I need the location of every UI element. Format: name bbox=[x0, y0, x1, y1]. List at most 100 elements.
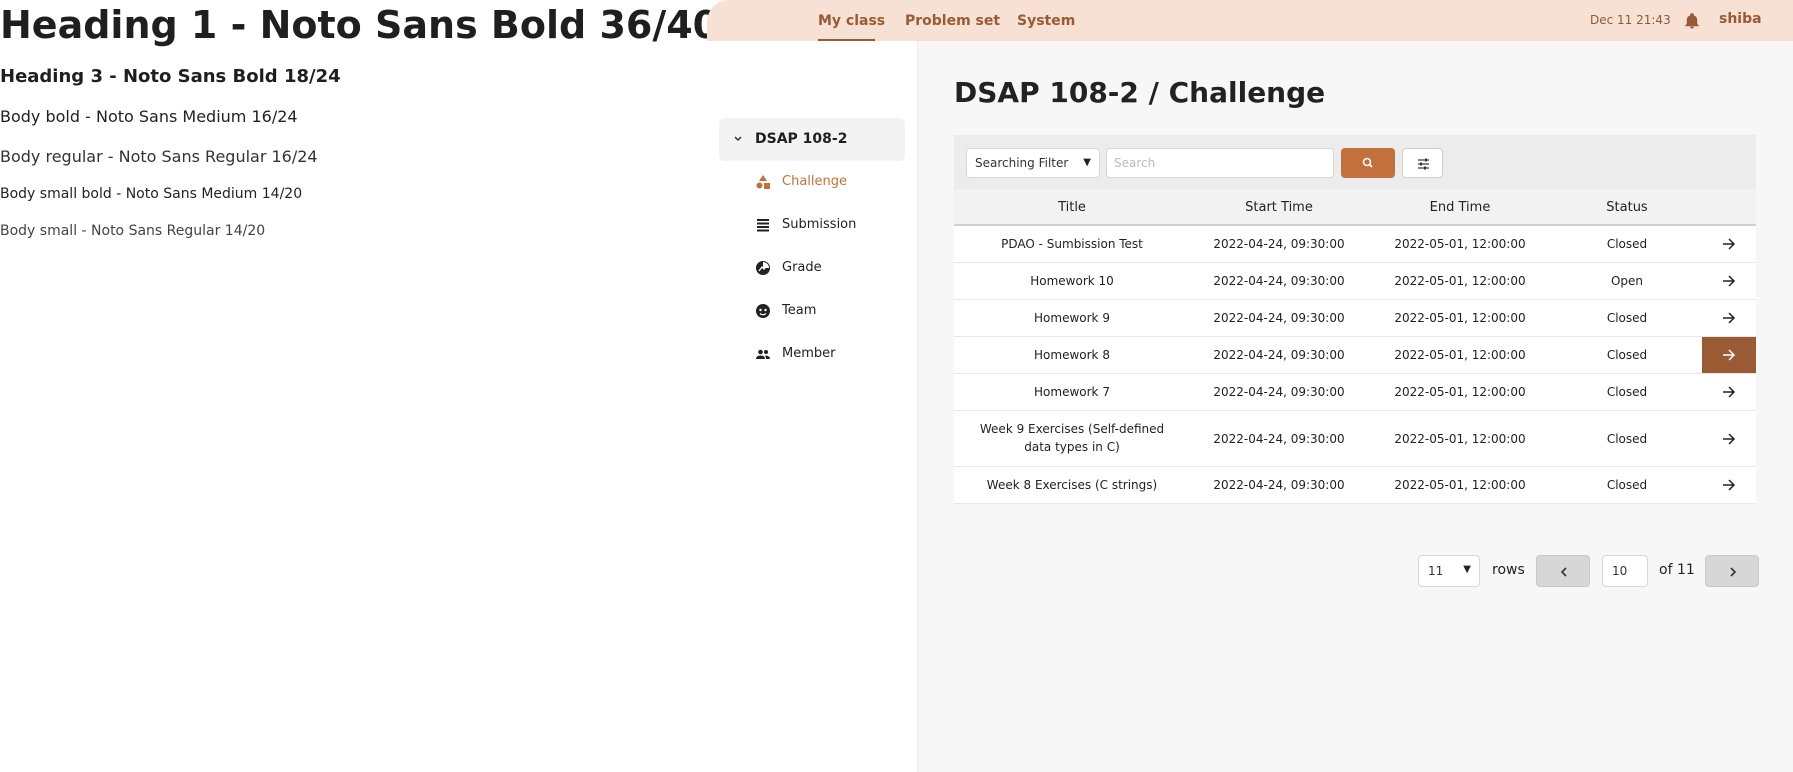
table-row[interactable]: Week 8 Exercises (C strings) 2022-04-24,… bbox=[954, 467, 1702, 504]
table-row[interactable]: Homework 10 2022-04-24, 09:30:00 2022-05… bbox=[954, 263, 1702, 300]
specimen-body-small-bold: Body small bold - Noto Sans Medium 14/20 bbox=[0, 186, 303, 202]
specimen-body-bold: Body bold - Noto Sans Medium 16/24 bbox=[0, 107, 298, 126]
row-title: Homework 7 bbox=[1034, 385, 1110, 399]
arrow-right-icon bbox=[1723, 238, 1736, 250]
sidebar-course-dsap[interactable]: DSAP 108-2 bbox=[719, 118, 905, 161]
table-row[interactable]: Homework 7 2022-04-24, 09:30:00 2022-05-… bbox=[954, 374, 1702, 411]
table-row[interactable]: Week 9 Exercises (Self-defined data type… bbox=[954, 411, 1702, 467]
arrow-right-icon bbox=[1723, 312, 1736, 324]
tab-my-class[interactable]: My class bbox=[818, 12, 885, 30]
table-row[interactable]: PDAO - Sumbission Test 2022-04-24, 09:30… bbox=[954, 226, 1702, 263]
search-icon bbox=[1362, 157, 1373, 168]
main-content: DSAP 108-2 / Challenge Searching Filter … bbox=[918, 41, 1793, 772]
tab-problem-set[interactable]: Problem set bbox=[905, 12, 1000, 30]
row-end-time: 2022-05-01, 12:00:00 bbox=[1394, 274, 1526, 288]
open-row-button[interactable] bbox=[1702, 300, 1756, 337]
row-status: Closed bbox=[1606, 478, 1648, 492]
caret-down-icon: ▼ bbox=[1083, 157, 1091, 168]
bell-icon[interactable] bbox=[1683, 12, 1701, 30]
shapes-icon bbox=[755, 174, 771, 190]
row-title: Homework 8 bbox=[1034, 348, 1110, 362]
sidebar-item-label: Submission bbox=[782, 217, 857, 232]
search-toolbar: Searching Filter ▼ bbox=[954, 135, 1756, 189]
row-status: Closed bbox=[1606, 385, 1648, 399]
chevron-down-icon bbox=[733, 131, 745, 147]
prev-page-button[interactable] bbox=[1536, 555, 1590, 587]
filter-settings-button[interactable] bbox=[1402, 148, 1443, 178]
sidebar-item-member[interactable]: Member bbox=[755, 343, 915, 365]
row-start-time: 2022-04-24, 09:30:00 bbox=[1213, 432, 1345, 446]
rows-per-page-select[interactable]: 11 ▼ bbox=[1418, 555, 1480, 587]
sidebar-course-label: DSAP 108-2 bbox=[755, 131, 848, 147]
open-row-button[interactable] bbox=[1702, 226, 1756, 263]
search-button[interactable] bbox=[1341, 148, 1395, 178]
row-status: Closed bbox=[1606, 432, 1648, 446]
sidebar-item-team[interactable]: Team bbox=[755, 300, 915, 322]
sidebar-item-challenge[interactable]: Challenge bbox=[755, 171, 915, 193]
row-start-time: 2022-04-24, 09:30:00 bbox=[1213, 274, 1345, 288]
team-face-icon bbox=[755, 303, 771, 319]
row-title: Week 8 Exercises (C strings) bbox=[986, 478, 1158, 492]
row-status: Open bbox=[1610, 274, 1644, 288]
search-input[interactable] bbox=[1106, 148, 1334, 178]
row-end-time: 2022-05-01, 12:00:00 bbox=[1394, 348, 1526, 362]
page-number-input[interactable] bbox=[1602, 555, 1648, 587]
column-header-status[interactable]: Status bbox=[1552, 200, 1702, 215]
row-end-time: 2022-05-01, 12:00:00 bbox=[1394, 478, 1526, 492]
row-start-time: 2022-04-24, 09:30:00 bbox=[1213, 385, 1345, 399]
search-filter-select[interactable]: Searching Filter ▼ bbox=[966, 148, 1100, 178]
people-icon bbox=[755, 346, 771, 362]
row-title: PDAO - Sumbission Test bbox=[1001, 237, 1143, 251]
arrow-right-icon bbox=[1723, 349, 1736, 361]
row-title: Homework 10 bbox=[1030, 274, 1114, 288]
row-end-time: 2022-05-01, 12:00:00 bbox=[1394, 432, 1526, 446]
row-start-time: 2022-04-24, 09:30:00 bbox=[1213, 237, 1345, 251]
column-header-start-time[interactable]: Start Time bbox=[1190, 200, 1368, 215]
list-icon bbox=[755, 217, 771, 233]
arrow-right-icon bbox=[1723, 275, 1736, 287]
open-row-button[interactable] bbox=[1702, 467, 1756, 504]
row-end-time: 2022-05-01, 12:00:00 bbox=[1394, 311, 1526, 325]
chart-icon bbox=[755, 260, 771, 276]
table-row[interactable]: Homework 8 2022-04-24, 09:30:00 2022-05-… bbox=[954, 337, 1702, 374]
rows-label: rows bbox=[1492, 562, 1525, 578]
open-row-button[interactable] bbox=[1702, 411, 1756, 467]
tune-icon bbox=[1418, 158, 1429, 170]
table-row[interactable]: Homework 9 2022-04-24, 09:30:00 2022-05-… bbox=[954, 300, 1702, 337]
row-end-time: 2022-05-01, 12:00:00 bbox=[1394, 385, 1526, 399]
row-start-time: 2022-04-24, 09:30:00 bbox=[1213, 348, 1345, 362]
arrow-right-icon bbox=[1723, 386, 1736, 398]
open-row-button[interactable] bbox=[1702, 337, 1756, 374]
next-page-button[interactable] bbox=[1705, 555, 1759, 587]
sidebar-item-label: Member bbox=[782, 346, 836, 361]
specimen-heading3: Heading 3 - Noto Sans Bold 18/24 bbox=[0, 66, 341, 87]
row-title: Week 9 Exercises (Self-defined data type… bbox=[979, 422, 1165, 454]
sidebar-item-label: Grade bbox=[782, 260, 822, 275]
sidebar-item-label: Challenge bbox=[782, 174, 847, 189]
chevron-right-icon bbox=[1730, 567, 1737, 577]
arrow-right-icon bbox=[1723, 433, 1736, 445]
specimen-body-regular: Body regular - Noto Sans Regular 16/24 bbox=[0, 147, 318, 166]
open-row-button[interactable] bbox=[1702, 263, 1756, 300]
column-header-title[interactable]: Title bbox=[954, 200, 1190, 215]
row-status: Closed bbox=[1606, 311, 1648, 325]
sidebar-item-submission[interactable]: Submission bbox=[755, 214, 915, 236]
specimen-body-small: Body small - Noto Sans Regular 14/20 bbox=[0, 223, 266, 239]
sidebar-item-grade[interactable]: Grade bbox=[755, 257, 915, 279]
row-start-time: 2022-04-24, 09:30:00 bbox=[1213, 311, 1345, 325]
page-title: DSAP 108-2 / Challenge bbox=[954, 76, 1326, 109]
total-pages-label: of 11 bbox=[1659, 562, 1695, 578]
arrow-right-icon bbox=[1723, 479, 1736, 491]
chevron-left-icon bbox=[1560, 567, 1567, 577]
row-title: Homework 9 bbox=[1034, 311, 1110, 325]
username[interactable]: shiba bbox=[1719, 11, 1762, 27]
rows-per-page-value: 11 bbox=[1428, 564, 1444, 578]
open-row-button[interactable] bbox=[1702, 374, 1756, 411]
row-end-time: 2022-05-01, 12:00:00 bbox=[1394, 237, 1526, 251]
column-header-end-time[interactable]: End Time bbox=[1368, 200, 1552, 215]
sidebar-item-label: Team bbox=[782, 303, 817, 318]
row-status: Closed bbox=[1606, 237, 1648, 251]
filter-label: Searching Filter bbox=[975, 156, 1069, 170]
tab-system[interactable]: System bbox=[1017, 12, 1075, 30]
header-datetime: Dec 11 21:43 bbox=[1590, 13, 1671, 27]
